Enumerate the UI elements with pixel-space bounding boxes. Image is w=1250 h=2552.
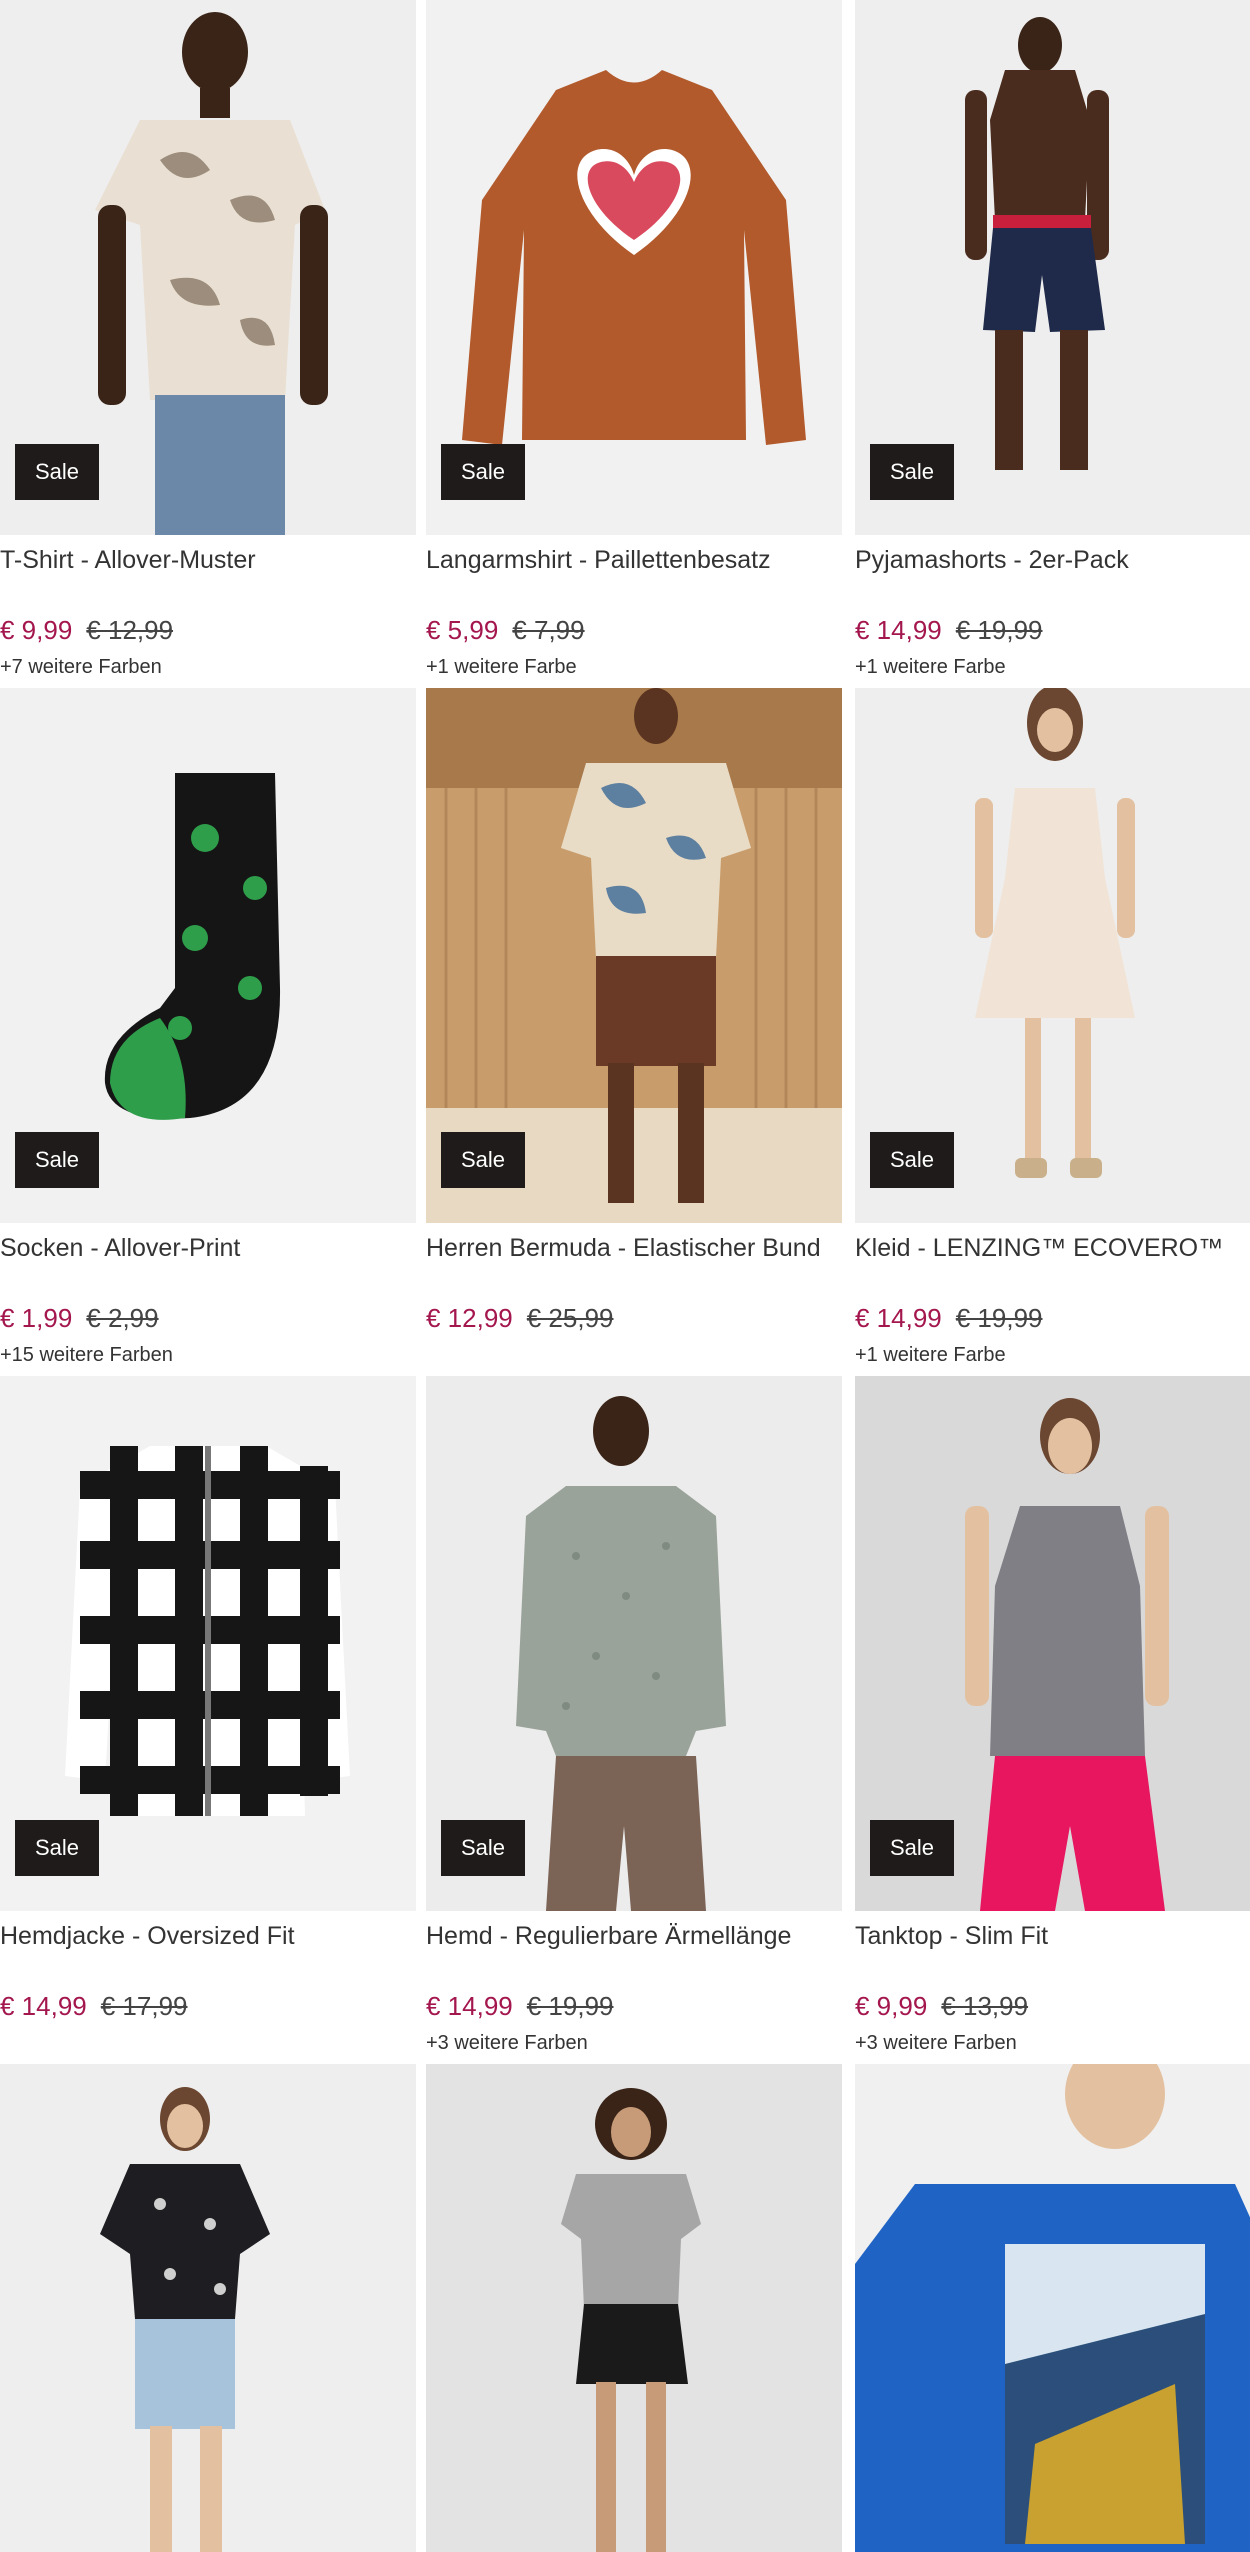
- product-card[interactable]: Sale Hemdjacke - Oversized Fit € 14,99 € …: [0, 1376, 416, 2064]
- original-price: € 17,99: [100, 1991, 188, 2021]
- sale-badge: Sale: [15, 1132, 100, 1188]
- sale-badge: Sale: [870, 1132, 955, 1188]
- product-card[interactable]: Sale: [0, 2064, 416, 2552]
- product-card[interactable]: Sale Pyjamashorts - 2er-Pack € 14,99 € 19…: [855, 0, 1250, 688]
- product-card[interactable]: Sale Herren Bermuda - Elastischer Bund €…: [426, 688, 842, 1376]
- original-price: € 7,99: [512, 615, 585, 645]
- original-price: € 2,99: [86, 1303, 159, 1333]
- sale-price: € 14,99: [0, 1991, 87, 2021]
- more-colors[interactable]: +1 weitere Farbe: [426, 655, 577, 679]
- original-price: € 25,99: [526, 1303, 614, 1333]
- sale-badge: Sale: [441, 444, 526, 500]
- product-card[interactable]: Sale Kleid - LENZING™ ECOVERO™ € 14,99 € …: [855, 688, 1250, 1376]
- price-block: € 14,99 € 17,99: [0, 1991, 188, 2021]
- product-card[interactable]: Sale: [426, 2064, 842, 2552]
- product-card[interactable]: Sale: [855, 2064, 1250, 2552]
- product-image[interactable]: Sale: [426, 0, 842, 535]
- price-block: € 9,99 € 13,99: [855, 1991, 1028, 2021]
- product-title[interactable]: Langarmshirt - Paillettenbesatz: [426, 545, 842, 575]
- product-card[interactable]: Sale Hemd - Regulierbare Ärmellänge € 14…: [426, 1376, 842, 2064]
- product-card[interactable]: Sale Langarmshirt - Paillettenbesatz € 5…: [426, 0, 842, 688]
- product-card[interactable]: Sale T-Shirt - Allover-Muster € 9,99 € 12…: [0, 0, 416, 688]
- product-image[interactable]: Sale: [0, 1376, 416, 1911]
- price-block: € 5,99 € 7,99: [426, 615, 585, 645]
- more-colors[interactable]: +1 weitere Farbe: [855, 655, 1006, 679]
- sale-badge: Sale: [441, 1132, 526, 1188]
- sale-price: € 5,99: [426, 615, 499, 645]
- product-title[interactable]: Tanktop - Slim Fit: [855, 1921, 1250, 1951]
- sale-price: € 9,99: [0, 615, 73, 645]
- sale-badge: Sale: [870, 444, 955, 500]
- more-colors[interactable]: +7 weitere Farben: [0, 655, 162, 679]
- price-block: € 9,99 € 12,99: [0, 615, 173, 645]
- product-image[interactable]: Sale: [426, 1376, 842, 1911]
- product-title[interactable]: Hemd - Regulierbare Ärmellänge: [426, 1921, 842, 1951]
- original-price: € 19,99: [526, 1991, 614, 2021]
- sale-badge: Sale: [870, 1820, 955, 1876]
- original-price: € 19,99: [955, 1303, 1043, 1333]
- product-title[interactable]: Pyjamashorts - 2er-Pack: [855, 545, 1250, 575]
- product-title[interactable]: Hemdjacke - Oversized Fit: [0, 1921, 416, 1951]
- sale-price: € 9,99: [855, 1991, 928, 2021]
- product-card[interactable]: Sale Tanktop - Slim Fit € 9,99 € 13,99 +3…: [855, 1376, 1250, 2064]
- sale-price: € 1,99: [0, 1303, 73, 1333]
- more-colors[interactable]: +3 weitere Farben: [426, 2031, 588, 2055]
- price-block: € 12,99 € 25,99: [426, 1303, 614, 1333]
- product-image[interactable]: Sale: [855, 2064, 1250, 2552]
- sale-price: € 12,99: [426, 1303, 513, 1333]
- sale-price: € 14,99: [855, 1303, 942, 1333]
- price-block: € 14,99 € 19,99: [855, 615, 1043, 645]
- product-title[interactable]: Herren Bermuda - Elastischer Bund: [426, 1233, 842, 1263]
- product-image[interactable]: Sale: [855, 1376, 1250, 1911]
- sale-badge: Sale: [15, 1820, 100, 1876]
- original-price: € 12,99: [86, 615, 174, 645]
- product-image[interactable]: Sale: [426, 2064, 842, 2552]
- product-image[interactable]: Sale: [855, 688, 1250, 1223]
- product-image[interactable]: Sale: [0, 2064, 416, 2552]
- product-title[interactable]: Socken - Allover-Print: [0, 1233, 416, 1263]
- sale-price: € 14,99: [855, 615, 942, 645]
- product-image[interactable]: Sale: [0, 688, 416, 1223]
- more-colors[interactable]: +1 weitere Farbe: [855, 1343, 1006, 1367]
- sale-price: € 14,99: [426, 1991, 513, 2021]
- more-colors[interactable]: +15 weitere Farben: [0, 1343, 173, 1367]
- original-price: € 19,99: [955, 615, 1043, 645]
- price-block: € 14,99 € 19,99: [426, 1991, 614, 2021]
- original-price: € 13,99: [941, 1991, 1029, 2021]
- sale-badge: Sale: [441, 1820, 526, 1876]
- price-block: € 1,99 € 2,99: [0, 1303, 159, 1333]
- product-grid: Sale T-Shirt - Allover-Muster € 9,99 € 12…: [0, 0, 1250, 2552]
- sale-badge: Sale: [15, 444, 100, 500]
- product-title[interactable]: T-Shirt - Allover-Muster: [0, 545, 416, 575]
- product-card[interactable]: Sale Socken - Allover-Print € 1,99 € 2,99…: [0, 688, 416, 1376]
- product-image[interactable]: Sale: [855, 0, 1250, 535]
- product-title[interactable]: Kleid - LENZING™ ECOVERO™: [855, 1233, 1250, 1263]
- price-block: € 14,99 € 19,99: [855, 1303, 1043, 1333]
- more-colors[interactable]: +3 weitere Farben: [855, 2031, 1017, 2055]
- product-image[interactable]: Sale: [426, 688, 842, 1223]
- product-image[interactable]: Sale: [0, 0, 416, 535]
